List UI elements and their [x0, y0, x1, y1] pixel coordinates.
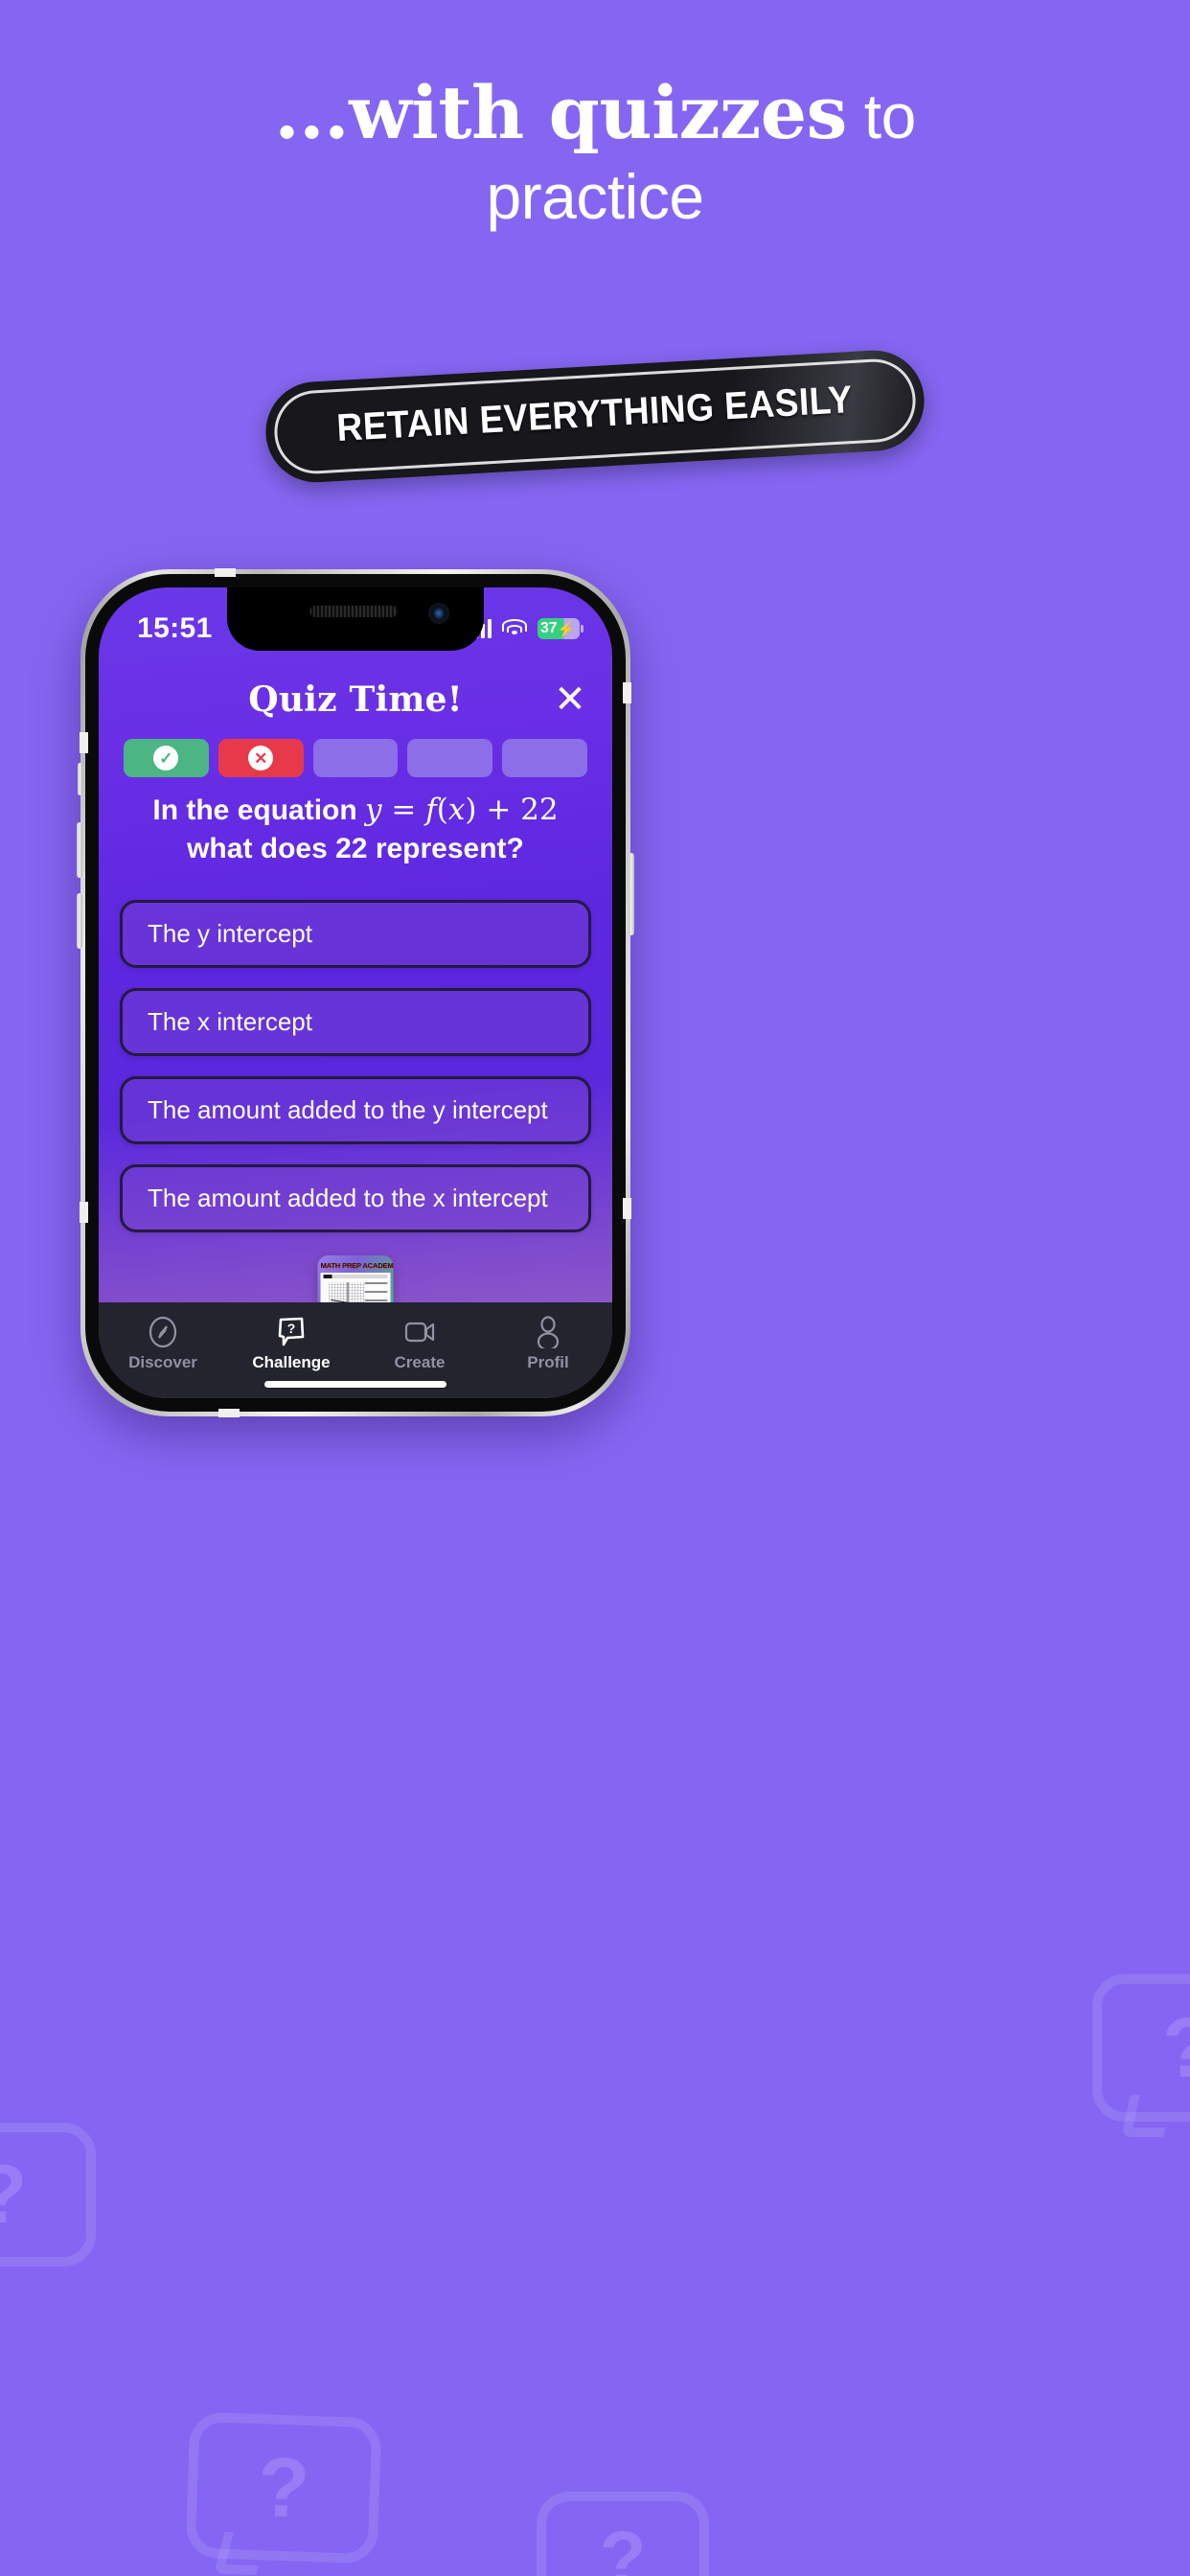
home-indicator[interactable] — [264, 1381, 446, 1388]
answer-options-list: The y intercept The x intercept The amou… — [120, 900, 591, 1232]
tab-challenge-label: Challenge — [252, 1353, 331, 1371]
progress-pill-5[interactable] — [502, 739, 587, 777]
quiz-progress-bar: ✓ ✕ — [124, 739, 587, 777]
battery-icon: 37 ⚡ — [538, 618, 584, 639]
tab-profil[interactable]: Profil — [495, 1316, 601, 1372]
headline-emphasis: ...with quizzes — [274, 70, 847, 155]
math-x: x — [447, 793, 466, 827]
progress-pill-4[interactable] — [407, 739, 493, 777]
answer-option-2[interactable]: The x intercept — [120, 988, 591, 1056]
status-bar-time: 15:51 — [137, 612, 213, 644]
decorative-question-bubble-left: ? — [0, 2123, 96, 2266]
battery-percent-label: 37 — [540, 620, 558, 636]
antenna-band-bottom — [218, 1409, 240, 1417]
tab-create[interactable]: Create — [367, 1316, 472, 1372]
charging-bolt-icon: ⚡ — [557, 622, 576, 638]
badge-inner-border: RETAIN EVERYTHING EASILY — [272, 356, 918, 476]
antenna-band-left-bottom — [80, 1202, 88, 1223]
video-camera-icon — [403, 1316, 436, 1348]
math-close-paren: ) — [465, 793, 477, 827]
notch — [227, 587, 484, 651]
progress-pill-3[interactable] — [312, 739, 399, 777]
answer-label: The amount added to the y intercept — [148, 1095, 548, 1124]
question-prefix: In the equation — [152, 794, 366, 826]
power-button[interactable] — [629, 853, 634, 935]
quiz-question: In the equation y = f(x) + 22 what does … — [126, 791, 585, 868]
math-constant: 22 — [520, 793, 559, 827]
decorative-question-bubble-right: ? — [1092, 1974, 1190, 2122]
progress-pill-2[interactable]: ✕ — [217, 739, 304, 777]
antenna-band-top — [215, 568, 236, 577]
answer-option-4[interactable]: The amount added to the x intercept — [120, 1164, 591, 1232]
quiz-header: Quiz Time! ✕ — [99, 666, 612, 733]
decorative-question-bubble-bottom: ? — [185, 2411, 382, 2564]
phone-mockup: 15:51 37 ⚡ Quiz Time! ✕ ✓ ✕ In the equat… — [77, 568, 634, 1417]
earpiece-speaker — [309, 606, 399, 617]
phone-screen: 15:51 37 ⚡ Quiz Time! ✕ ✓ ✕ In the equat… — [99, 587, 612, 1398]
math-open-paren: ( — [436, 793, 448, 827]
decorative-question-bubble-bottom-right: ? — [537, 2492, 709, 2576]
compass-icon — [149, 1316, 177, 1348]
question-suffix: what does 22 represent? — [187, 832, 524, 864]
status-bar-indicators: 37 ⚡ — [467, 618, 584, 639]
math-equals: = — [391, 793, 417, 827]
tab-profil-label: Profil — [527, 1353, 569, 1371]
question-mark-glyph: ? — [1162, 1999, 1190, 2097]
volume-down-button[interactable] — [77, 893, 82, 949]
tab-challenge[interactable]: ? Challenge — [239, 1316, 344, 1372]
hero-headline: ...with quizzes to practice — [0, 77, 1190, 232]
front-camera-icon — [428, 603, 449, 624]
question-mark-glyph: ? — [256, 2439, 311, 2536]
retain-everything-badge: RETAIN EVERYTHING EASILY — [263, 347, 927, 486]
worksheet-progress-bar — [323, 1275, 388, 1278]
math-plus: + — [486, 793, 512, 827]
svg-text:?: ? — [287, 1321, 296, 1336]
answer-option-3[interactable]: The amount added to the y intercept — [120, 1076, 591, 1144]
close-icon[interactable]: ✕ — [549, 678, 591, 721]
mute-switch[interactable] — [78, 763, 82, 795]
hero-badge-wrap: RETAIN EVERYTHING EASILY — [0, 347, 1190, 486]
question-bubble-icon: ? — [276, 1316, 307, 1348]
video-thumbnail-title: MATH PREP ACADEMY — [320, 1261, 394, 1270]
answer-label: The x intercept — [148, 1007, 312, 1036]
antenna-band-right-top — [623, 682, 631, 703]
tab-discover[interactable]: Discover — [110, 1316, 216, 1372]
badge-label: RETAIN EVERYTHING EASILY — [335, 378, 855, 450]
quiz-title: Quiz Time! — [248, 679, 463, 720]
question-math-expression: y = f(x) + 22 — [365, 793, 559, 827]
math-y: y — [365, 793, 382, 827]
wifi-icon — [502, 619, 527, 638]
volume-up-button[interactable] — [77, 822, 82, 878]
antenna-band-right-bottom — [623, 1198, 631, 1219]
question-mark-glyph: ? — [0, 2148, 27, 2242]
question-mark-glyph: ? — [599, 2516, 647, 2576]
headline-line-2: practice — [486, 161, 704, 232]
tab-create-label: Create — [394, 1353, 446, 1371]
person-icon — [534, 1316, 562, 1348]
check-icon: ✓ — [153, 746, 179, 770]
answer-label: The y intercept — [148, 919, 312, 948]
progress-pill-1[interactable]: ✓ — [124, 739, 209, 777]
cross-icon: ✕ — [248, 746, 274, 770]
math-f: f — [425, 793, 437, 827]
answer-option-1[interactable]: The y intercept — [120, 900, 591, 968]
headline-rest: to — [846, 80, 917, 151]
answer-label: The amount added to the x intercept — [148, 1184, 548, 1212]
antenna-band-left-top — [80, 732, 88, 753]
tab-discover-label: Discover — [128, 1353, 197, 1371]
